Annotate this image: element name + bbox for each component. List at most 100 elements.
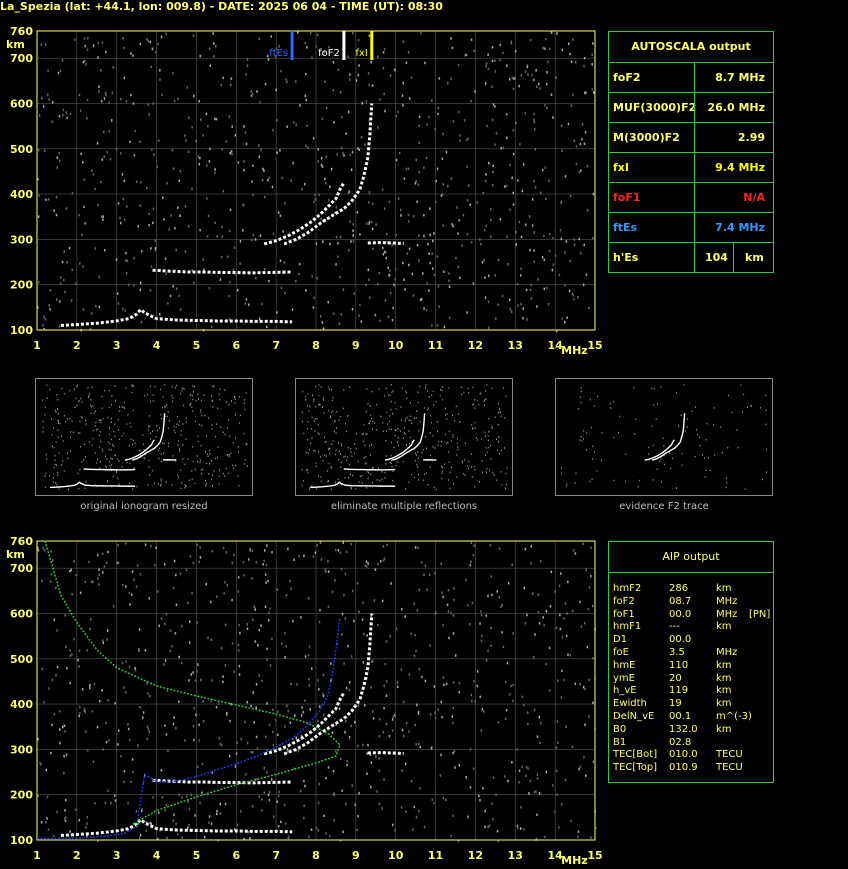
noise-speckle: [518, 769, 521, 773]
noise-speckle: [539, 559, 542, 563]
noise-speckle: [337, 241, 339, 245]
noise-speckle: [537, 611, 540, 614]
noise-speckle: [153, 153, 155, 156]
noise-speckle: [163, 406, 165, 408]
noise-speckle: [348, 736, 351, 739]
noise-speckle: [405, 721, 408, 725]
noise-speckle: [144, 457, 146, 460]
noise-speckle: [353, 452, 355, 455]
noise-speckle: [212, 406, 214, 408]
noise-speckle: [95, 429, 97, 431]
noise-speckle: [171, 484, 173, 486]
noise-speckle: [117, 561, 119, 565]
noise-speckle: [471, 424, 473, 426]
noise-speckle: [542, 616, 544, 619]
noise-speckle: [188, 641, 191, 644]
noise-speckle: [530, 297, 533, 300]
noise-speckle: [267, 619, 270, 622]
noise-speckle: [495, 438, 497, 441]
x-tick-label: 2: [73, 849, 81, 862]
noise-speckle: [359, 233, 361, 236]
noise-speckle: [557, 741, 559, 744]
noise-speckle: [534, 186, 537, 189]
noise-speckle: [181, 390, 183, 392]
noise-speckle: [115, 258, 118, 261]
noise-speckle: [244, 399, 246, 401]
noise-speckle: [123, 401, 125, 404]
noise-speckle: [89, 618, 92, 621]
noise-speckle: [484, 809, 487, 813]
noise-speckle: [366, 772, 368, 776]
aip-param-value: 00.0: [669, 608, 692, 620]
noise-speckle: [177, 97, 179, 101]
noise-speckle: [233, 467, 235, 469]
noise-speckle: [392, 390, 394, 392]
noise-speckle: [465, 138, 468, 142]
noise-speckle: [338, 450, 340, 453]
noise-speckle: [106, 457, 108, 460]
noise-speckle: [94, 247, 97, 250]
noise-speckle: [479, 695, 482, 699]
noise-speckle: [726, 481, 728, 484]
autoscala-param-label: h'Es: [613, 251, 639, 264]
noise-speckle: [215, 705, 218, 709]
noise-speckle: [183, 404, 185, 407]
noise-speckle: [37, 280, 40, 284]
noise-speckle: [418, 170, 421, 174]
thumbnail-caption: original ionogram resized: [80, 501, 208, 512]
noise-speckle: [179, 450, 181, 452]
noise-speckle: [442, 466, 444, 469]
noise-speckle: [229, 151, 232, 155]
noise-speckle: [502, 645, 505, 649]
noise-speckle: [433, 486, 435, 489]
noise-speckle: [390, 441, 392, 444]
noise-speckle: [427, 407, 429, 410]
noise-speckle: [69, 654, 72, 658]
noise-speckle: [322, 397, 324, 399]
noise-speckle: [301, 420, 303, 423]
noise-speckle: [361, 101, 364, 105]
noise-speckle: [338, 322, 341, 325]
noise-speckle: [478, 480, 480, 483]
noise-speckle: [206, 197, 208, 200]
noise-speckle: [215, 595, 218, 598]
noise-speckle: [657, 403, 659, 406]
noise-speckle: [192, 561, 195, 565]
noise-speckle: [340, 461, 342, 464]
noise-speckle: [330, 466, 332, 468]
noise-speckle: [324, 80, 326, 83]
noise-speckle: [65, 207, 68, 210]
noise-speckle: [437, 708, 439, 711]
noise-speckle: [107, 480, 109, 482]
noise-speckle: [579, 439, 581, 442]
noise-speckle: [593, 405, 595, 407]
noise-speckle: [448, 636, 450, 640]
noise-speckle: [406, 397, 408, 400]
noise-speckle: [237, 590, 240, 593]
noise-speckle: [392, 479, 394, 482]
noise-speckle: [73, 431, 75, 433]
noise-speckle: [379, 98, 381, 101]
noise-speckle: [469, 203, 472, 206]
noise-speckle: [312, 555, 315, 558]
noise-speckle: [418, 742, 420, 746]
noise-speckle: [117, 743, 119, 746]
noise-speckle: [315, 405, 317, 408]
noise-speckle: [286, 80, 288, 84]
noise-speckle: [138, 647, 140, 651]
noise-speckle: [561, 317, 563, 320]
noise-speckle: [705, 469, 707, 472]
noise-speckle: [360, 320, 363, 323]
noise-speckle: [293, 558, 295, 562]
noise-speckle: [438, 440, 440, 443]
noise-speckle: [379, 319, 381, 323]
noise-speckle: [364, 444, 366, 447]
noise-speckle: [668, 452, 670, 454]
noise-speckle: [567, 653, 569, 656]
noise-speckle: [46, 384, 48, 386]
noise-speckle: [260, 624, 262, 627]
noise-speckle: [185, 485, 187, 487]
noise-speckle: [209, 64, 211, 67]
noise-speckle: [446, 81, 449, 85]
noise-speckle: [251, 805, 254, 808]
